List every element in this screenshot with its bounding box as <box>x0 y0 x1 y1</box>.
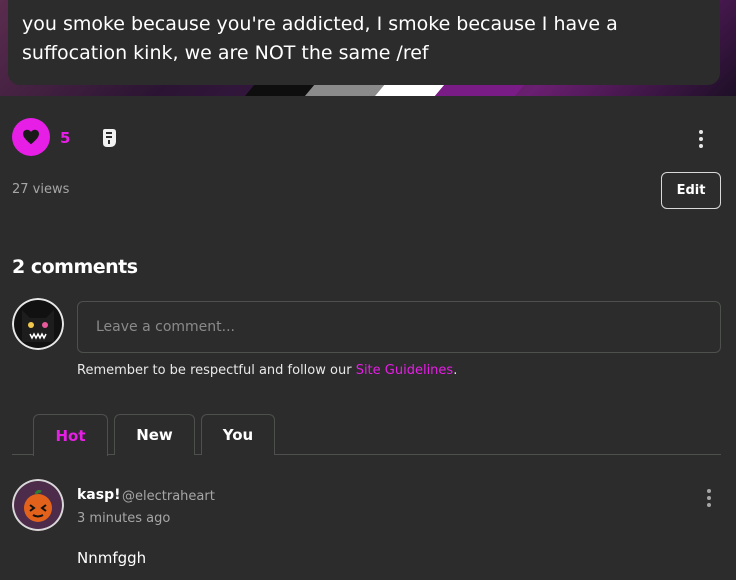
reblog-button[interactable] <box>100 128 118 148</box>
edit-button[interactable]: Edit <box>661 172 721 209</box>
guidelines-text: Remember to be respectful and follow our <box>77 363 356 378</box>
more-vertical-icon <box>699 130 703 134</box>
comments-heading: 2 comments <box>12 256 138 278</box>
avatar <box>12 298 64 350</box>
tab-you[interactable]: You <box>201 414 275 455</box>
view-count: 27 views <box>12 182 70 197</box>
comment-more-button[interactable] <box>707 489 711 507</box>
tab-hot[interactable]: Hot <box>33 414 108 456</box>
comment-input[interactable] <box>77 301 721 353</box>
post-more-button[interactable] <box>699 130 703 148</box>
tab-new[interactable]: New <box>114 414 195 455</box>
more-vertical-icon <box>707 489 711 493</box>
reblog-icon <box>103 129 116 147</box>
commenter-avatar[interactable] <box>12 479 64 531</box>
guidelines-note: Remember to be respectful and follow our… <box>77 363 457 378</box>
like-button[interactable] <box>12 118 50 156</box>
like-count: 5 <box>60 129 71 147</box>
commenter-name[interactable]: kasp! <box>77 487 121 503</box>
comment-text: Nnmfggh <box>77 549 147 567</box>
heart-icon <box>23 129 39 145</box>
guidelines-period: . <box>453 363 458 378</box>
site-guidelines-link[interactable]: Site Guidelines <box>356 363 454 378</box>
comment-timestamp: 3 minutes ago <box>77 511 171 526</box>
commenter-handle[interactable]: @electraheart <box>122 489 215 504</box>
post-text: you smoke because you're addicted, I smo… <box>8 0 720 85</box>
